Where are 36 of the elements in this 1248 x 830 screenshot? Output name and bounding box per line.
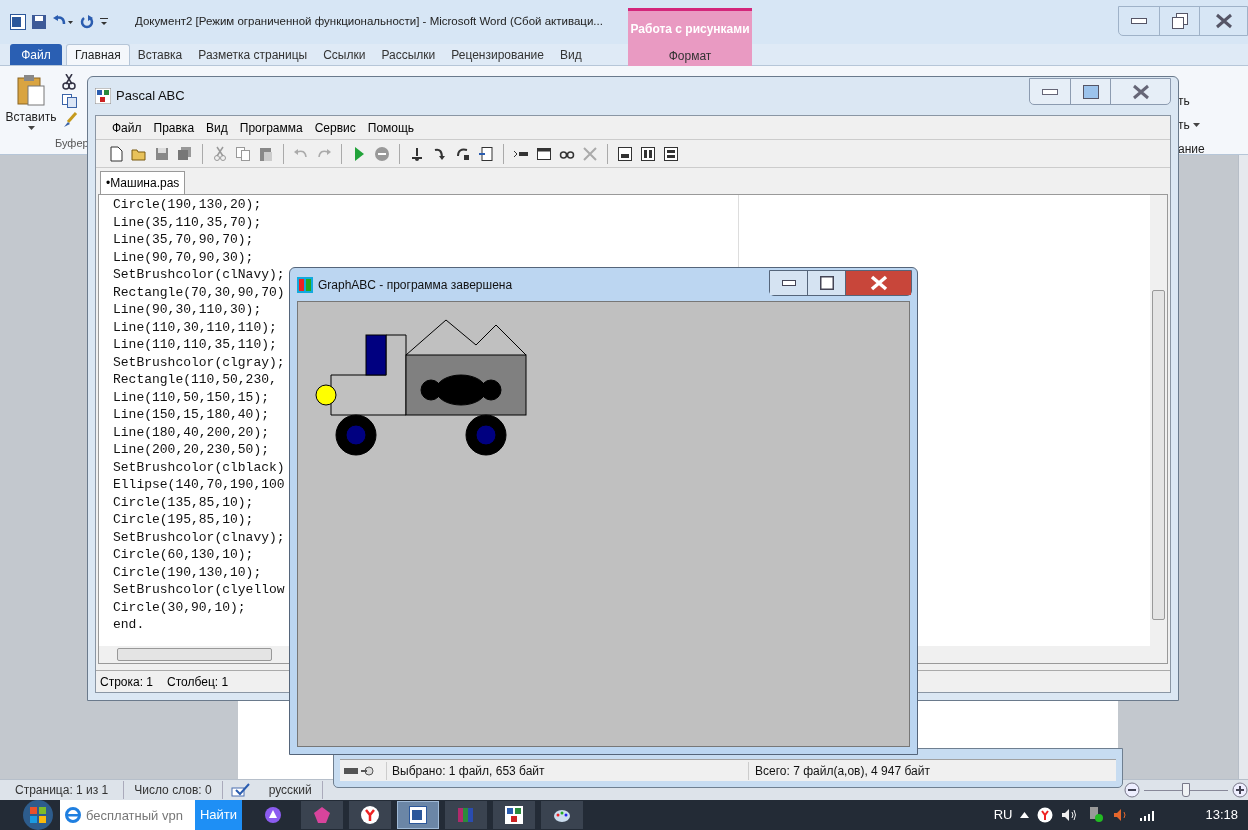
- code-line: Line(90,30,110,30);: [113, 301, 262, 319]
- code-line: Line(90,70,90,30);: [113, 248, 254, 266]
- code-line: SetBrushcolor(clnavy);: [113, 528, 285, 546]
- code-line: Ellipse(140,70,190,100: [113, 476, 285, 494]
- code-line: Line(35,70,90,70);: [113, 231, 254, 249]
- page-count: Страница: 1 из 1: [0, 781, 125, 799]
- window-title: Pascal ABC: [116, 87, 185, 106]
- code-line: Rectangle(110,50,230,: [113, 371, 277, 389]
- code-line: Rectangle(70,30,90,70): [113, 283, 285, 301]
- group-label: Буфер: [55, 135, 89, 151]
- code-line: Line(110,30,110,110);: [113, 318, 277, 336]
- status-text: Столбец: 1: [167, 673, 229, 691]
- window-title: Документ2 [Режим ограниченной функциональности] - Microsoft Word (Сбой активаци...: [135, 14, 603, 30]
- window-title: GraphABC - программа завершена: [318, 276, 513, 294]
- code-line: SetBrushcolor(clblack): [113, 458, 285, 476]
- context-group-label: Работа с рисунками: [630, 21, 750, 38]
- code-line: Line(150,15,180,40);: [113, 406, 270, 424]
- word-count: Число слов: 0: [124, 781, 223, 799]
- code-line: Circle(195,85,10);: [113, 511, 254, 529]
- code-line: Line(110,50,150,15);: [113, 388, 270, 406]
- code-line: Circle(190,130,10);: [113, 563, 262, 581]
- code-line: Line(200,20,230,50);: [113, 441, 270, 459]
- code-line: Line(180,40,200,20);: [113, 423, 270, 441]
- code-line: Circle(60,130,10);: [113, 546, 254, 564]
- code-line: Circle(190,130,20);: [113, 196, 262, 214]
- code-line: SetBrushcolor(clyellow: [113, 581, 285, 599]
- code-line: Circle(135,85,10);: [113, 493, 254, 511]
- code-line: SetBrushcolor(clgray);: [113, 353, 285, 371]
- status-text: Строка: 1: [100, 673, 154, 691]
- code-line: SetBrushcolor(clNavy);: [113, 266, 285, 284]
- code-line: Circle(30,90,10);: [113, 598, 246, 616]
- selection-info: Выбрано: 1 файл, 653 байт: [386, 761, 748, 780]
- code-line: Line(110,110,35,110);: [113, 336, 277, 354]
- total-info: Всего: 7 файл(а,ов), 4 947 байт: [748, 761, 930, 780]
- code-line: Line(35,110,35,70);: [113, 213, 262, 231]
- code-line: end.: [113, 616, 145, 634]
